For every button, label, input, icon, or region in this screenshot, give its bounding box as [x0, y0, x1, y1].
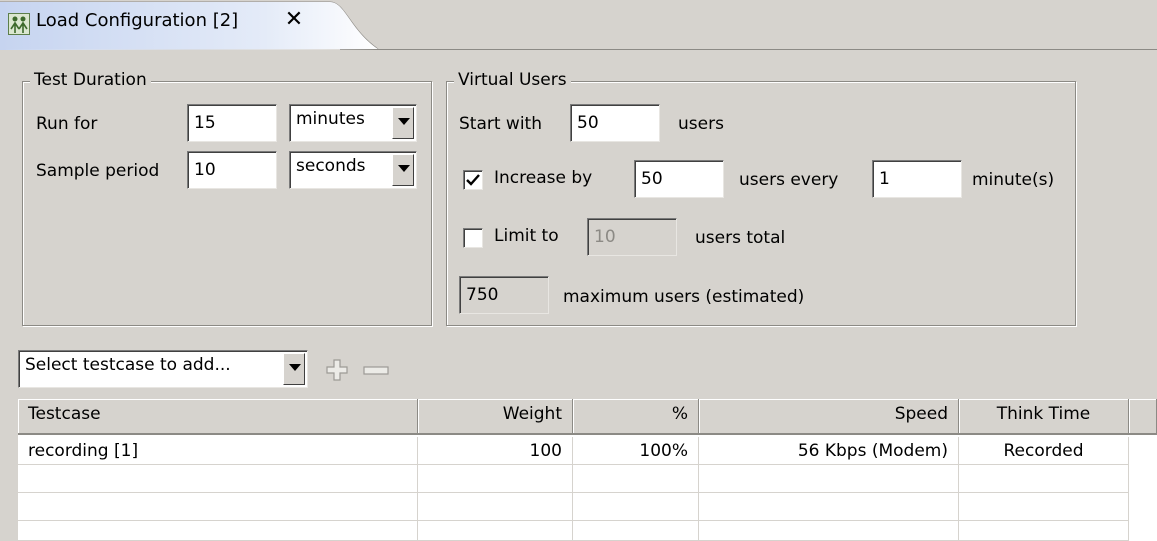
sample-period-unit-combo[interactable]: seconds — [289, 151, 417, 189]
sample-period-unit-dropdown-button[interactable] — [392, 154, 414, 186]
table-row-empty — [418, 465, 573, 493]
limit-to-label: Limit to — [494, 226, 559, 246]
tab-title: Load Configuration [2] — [36, 10, 239, 31]
start-with-input[interactable] — [570, 104, 660, 142]
table-row-empty — [573, 493, 699, 521]
table-row-empty — [573, 521, 699, 541]
increase-by-input[interactable] — [634, 160, 724, 198]
column-header-weight[interactable]: Weight — [418, 399, 573, 435]
max-users-label: maximum users (estimated) — [563, 287, 805, 307]
test-duration-legend: Test Duration — [30, 70, 151, 90]
remove-icon[interactable] — [363, 366, 389, 376]
sample-period-input[interactable] — [187, 151, 277, 189]
run-for-input[interactable] — [187, 104, 277, 142]
sample-period-unit-value: seconds — [296, 156, 366, 176]
table-row-empty — [18, 465, 418, 493]
testcase-select-dropdown-button[interactable] — [283, 353, 305, 385]
column-header-filler — [1129, 399, 1157, 435]
virtual-users-legend: Virtual Users — [454, 70, 571, 90]
limit-checkbox[interactable] — [463, 228, 483, 248]
chevron-down-icon — [289, 364, 301, 371]
table-row-empty — [418, 493, 573, 521]
table-cell-testcase[interactable]: recording [1] — [18, 437, 418, 465]
column-header-testcase[interactable]: Testcase — [18, 399, 418, 435]
column-header-percent[interactable]: % — [573, 399, 699, 435]
increase-interval-input[interactable] — [872, 160, 962, 198]
testcase-select-combo[interactable]: Select testcase to add... — [18, 350, 308, 388]
testcase-table: Testcase Weight % Speed Think Time recor… — [18, 399, 1157, 541]
table-row-empty — [959, 493, 1129, 521]
limit-to-input[interactable] — [587, 218, 677, 256]
run-for-unit-dropdown-button[interactable] — [392, 107, 414, 139]
table-row-empty — [959, 521, 1129, 541]
minutes-suffix: minute(s) — [972, 170, 1055, 190]
max-users-field — [459, 276, 549, 314]
table-row-empty — [573, 465, 699, 493]
chevron-down-icon — [398, 165, 410, 172]
sample-period-label: Sample period — [36, 161, 160, 181]
users-every-label: users every — [739, 170, 839, 190]
table-cell-weight[interactable]: 100 — [418, 437, 573, 465]
table-row-empty — [699, 465, 959, 493]
tab-strip-divider — [340, 49, 1157, 50]
table-cell-think-time[interactable]: Recorded — [959, 437, 1129, 465]
increase-by-label: Increase by — [494, 168, 593, 188]
table-cell-percent: 100% — [573, 437, 699, 465]
start-with-suffix: users — [678, 114, 724, 134]
tab-load-configuration[interactable]: Load Configuration [2] ✕ — [0, 0, 380, 50]
table-row-empty — [959, 465, 1129, 493]
add-icon[interactable] — [326, 359, 348, 381]
table-row-empty — [18, 493, 418, 521]
testcase-select-value: Select testcase to add... — [25, 355, 231, 375]
run-for-unit-value: minutes — [296, 109, 365, 129]
column-header-speed[interactable]: Speed — [699, 399, 959, 435]
table-row-empty — [418, 521, 573, 541]
close-icon[interactable]: ✕ — [282, 8, 306, 32]
table-row-empty — [18, 521, 418, 541]
start-with-label: Start with — [459, 114, 542, 134]
users-icon — [8, 13, 30, 35]
table-row-empty — [699, 493, 959, 521]
run-for-label: Run for — [36, 114, 98, 134]
column-header-think-time[interactable]: Think Time — [959, 399, 1129, 435]
table-row-empty — [699, 521, 959, 541]
increase-checkbox[interactable] — [463, 170, 483, 190]
run-for-unit-combo[interactable]: minutes — [289, 104, 417, 142]
chevron-down-icon — [398, 118, 410, 125]
users-total-label: users total — [695, 228, 786, 248]
table-cell-speed[interactable]: 56 Kbps (Modem) — [699, 437, 959, 465]
checkmark-icon — [466, 174, 480, 186]
